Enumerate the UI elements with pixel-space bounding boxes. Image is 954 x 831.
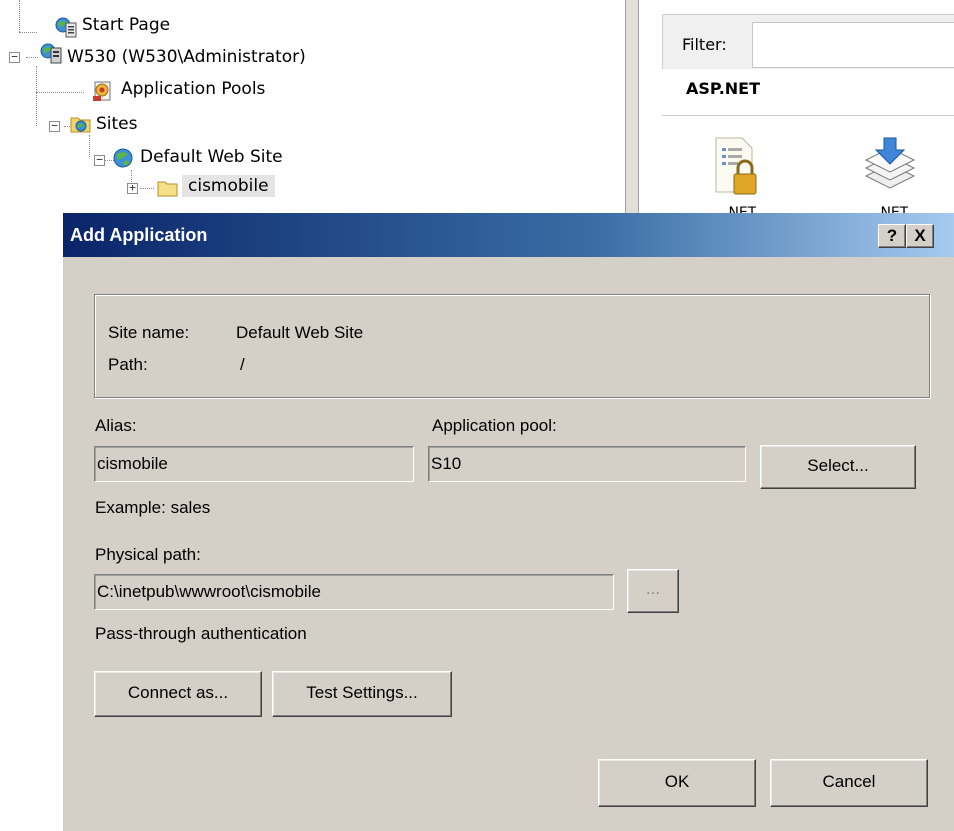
feature-label: .NET: [876, 205, 909, 213]
tree-connector: [19, 32, 37, 33]
physical-path-label: Physical path:: [95, 545, 201, 564]
layers-download-icon: [864, 137, 916, 189]
path-label: Path:: [108, 355, 148, 374]
collapse-default-site-toggle[interactable]: −: [94, 154, 105, 166]
lock-document-icon: [715, 137, 757, 195]
tree-connector: [140, 188, 154, 189]
tree-connector: [36, 92, 84, 93]
filter-label: Filter:: [682, 35, 727, 54]
server-icon: [40, 43, 62, 64]
alias-input[interactable]: cismobile: [94, 446, 414, 482]
tree-item-label: W530 (W530\Administrator): [67, 47, 306, 67]
alias-label: Alias:: [95, 416, 137, 435]
tree-connector: [36, 66, 37, 126]
feature-label: .NET: [724, 205, 757, 213]
pass-through-label: Pass-through authentication: [95, 624, 307, 643]
globe-icon: [113, 148, 133, 168]
application-pool-field: S10: [428, 446, 746, 482]
filter-input[interactable]: [752, 22, 954, 68]
alias-example: Example: sales: [95, 498, 211, 517]
expand-cismobile-toggle[interactable]: +: [127, 182, 138, 194]
site-name-label: Site name:: [108, 323, 190, 342]
folder-icon: [157, 181, 178, 197]
sites-folder-icon: [70, 117, 91, 133]
group-title: ASP.NET: [686, 79, 761, 98]
cancel-button[interactable]: Cancel: [770, 759, 928, 807]
app-pools-icon: [93, 81, 111, 101]
connections-tree: − − − + Start Page W530 (W530\Administra…: [0, 0, 625, 213]
tree-item-label: Default Web Site: [140, 147, 283, 167]
tree-connector: [89, 135, 90, 157]
tree-item-label: cismobile: [182, 175, 275, 197]
tree-item-label: Sites: [96, 114, 138, 134]
path-value: /: [240, 355, 245, 374]
dialog-title: Add Application: [70, 225, 208, 245]
site-name-value: Default Web Site: [236, 323, 364, 342]
start-page-icon: [55, 17, 77, 38]
application-pool-label: Application pool:: [432, 416, 557, 435]
tree-connector: [19, 0, 20, 32]
browse-button[interactable]: ...: [627, 569, 679, 613]
help-button[interactable]: ?: [878, 224, 906, 248]
connect-as-button[interactable]: Connect as...: [94, 671, 262, 717]
collapse-sites-toggle[interactable]: −: [49, 120, 60, 132]
close-button[interactable]: X: [906, 224, 934, 248]
tree-item-label: Application Pools: [121, 79, 266, 99]
test-settings-button[interactable]: Test Settings...: [272, 671, 452, 717]
collapse-server-toggle[interactable]: −: [9, 51, 20, 63]
tree-connector: [26, 57, 38, 58]
pane-splitter[interactable]: [625, 0, 639, 213]
site-info-box: [94, 294, 930, 398]
physical-path-input[interactable]: C:\inetpub\wwwroot\cismobile: [94, 574, 614, 610]
ok-button[interactable]: OK: [598, 759, 756, 807]
tree-item-label: Start Page: [82, 15, 171, 35]
select-pool-button[interactable]: Select...: [760, 445, 916, 489]
